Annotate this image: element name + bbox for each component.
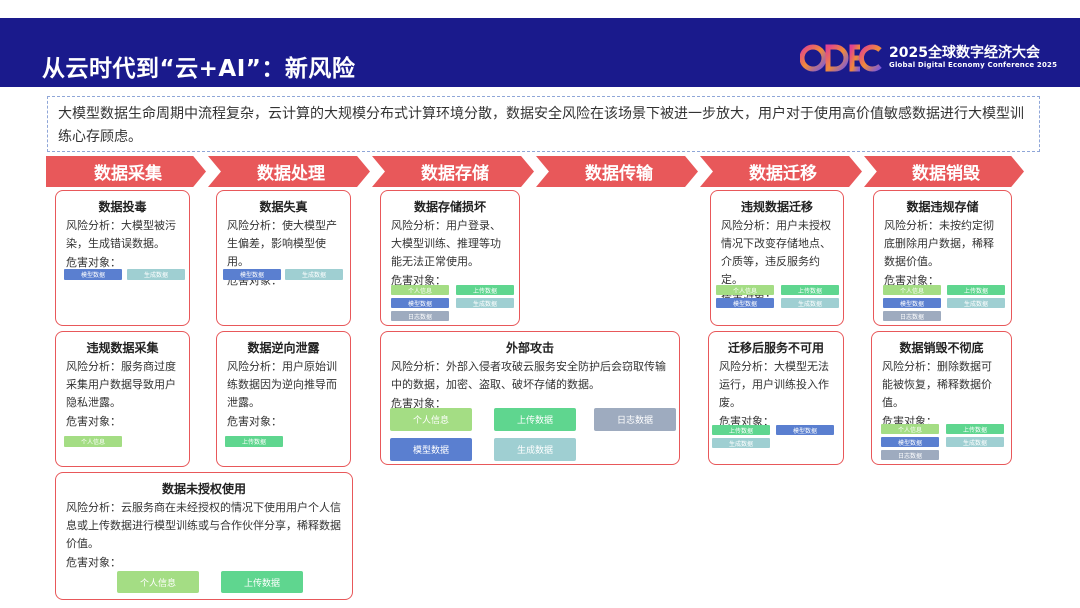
tag-log-data: 日志数据 — [881, 450, 939, 460]
card-text: 风险分析：用户未授权情况下改变存储地点、介质等，违反服务约定。 — [721, 219, 831, 286]
tag-generated-data: 生成数据 — [712, 438, 770, 448]
card-title: 违规数据采集 — [86, 341, 159, 355]
tag-model-data: 模型数据 — [776, 425, 834, 435]
card-title: 数据销毁不彻底 — [899, 341, 984, 355]
tag-model-data: 模型数据 — [64, 269, 122, 280]
tag-upload-data: 上传数据 — [947, 285, 1005, 295]
tag-upload-data: 上传数据 — [225, 436, 283, 447]
tag-log-data: 日志数据 — [594, 408, 676, 431]
card-unauthorized-use: 数据未授权使用 风险分析：云服务商在未经授权的情况下使用用户个人信息或上传数据进… — [55, 472, 353, 600]
tag-personal-info: 个人信息 — [716, 285, 774, 295]
card-title: 外部攻击 — [505, 341, 554, 355]
tag-generated-data: 生成数据 — [285, 269, 343, 280]
page-title: 从云时代到“云+AI”：新风险 — [42, 56, 356, 82]
tag-log-data: 日志数据 — [391, 311, 449, 321]
card-text: 风险分析：用户原始训练数据因为逆向推导而泄露。 — [227, 360, 337, 409]
tag-personal-info: 个人信息 — [117, 571, 199, 593]
tag-generated-data: 生成数据 — [946, 437, 1004, 447]
tag-model-data: 模型数据 — [716, 298, 774, 308]
stage-destroy: 数据销毁 — [864, 156, 1024, 187]
tag-personal-info: 个人信息 — [881, 424, 939, 434]
tag-personal-info: 个人信息 — [390, 408, 472, 431]
tag-model-data: 模型数据 — [390, 438, 472, 461]
tag-personal-info: 个人信息 — [883, 285, 941, 295]
tag-model-data: 模型数据 — [391, 298, 449, 308]
tag-upload-data: 上传数据 — [946, 424, 1004, 434]
card-title: 数据失真 — [259, 200, 308, 214]
tag-upload-data: 上传数据 — [456, 285, 514, 295]
tag-upload-data: 上传数据 — [221, 571, 303, 593]
card-title: 数据违规存储 — [906, 200, 979, 214]
tag-generated-data: 生成数据 — [127, 269, 185, 280]
card-text: 风险分析：外部入侵者攻破云服务安全防护后会窃取传输中的数据，加密、盗取、破坏存储… — [391, 360, 666, 391]
card-text: 风险分析：使大模型产生偏差，影响模型使用。 — [227, 219, 337, 268]
card-text: 风险分析：云服务商在未经授权的情况下使用用户个人信息或上传数据进行模型训练或与合… — [66, 501, 341, 550]
conference-name: 2025全球数字经济大会 — [889, 45, 1040, 61]
card-target-label: 危害对象： — [66, 556, 121, 569]
tag-generated-data: 生成数据 — [494, 438, 576, 461]
card-title: 违规数据迁移 — [740, 200, 813, 214]
card-title: 数据逆向泄露 — [247, 341, 320, 355]
card-target-label: 危害对象： — [66, 415, 121, 428]
intro-text: 大模型数据生命周期中流程复杂，云计算的大规模分布式计算环境分散，数据安全风险在该… — [47, 96, 1040, 152]
card-title: 数据存储损坏 — [413, 200, 486, 214]
card-text: 风险分析：服务商过度采集用户数据导致用户隐私泄露。 — [66, 360, 176, 409]
card-text: 风险分析：大模型被污染，生成错误数据。 — [66, 219, 176, 250]
tag-log-data: 日志数据 — [883, 311, 941, 321]
card-text: 风险分析：未按约定彻底删除用户数据，稀释数据价值。 — [884, 219, 994, 268]
tag-model-data: 模型数据 — [223, 269, 281, 280]
card-data-distortion: 数据失真 风险分析：使大模型产生偏差，影响模型使用。 危害对象： — [216, 190, 351, 326]
tag-model-data: 模型数据 — [881, 437, 939, 447]
tag-upload-data: 上传数据 — [494, 408, 576, 431]
tag-upload-data: 上传数据 — [712, 425, 770, 435]
gdec-logo-icon — [800, 44, 882, 72]
card-data-poison: 数据投毒 风险分析：大模型被污染，生成错误数据。 危害对象： — [55, 190, 190, 326]
card-target-label: 危害对象： — [227, 415, 282, 428]
card-title: 迁移后服务不可用 — [727, 341, 824, 355]
card-text: 风险分析：删除数据可能被恢复，稀释数据价值。 — [882, 360, 992, 409]
card-title: 数据未授权使用 — [161, 482, 246, 496]
stage-store: 数据存储 — [372, 156, 534, 187]
tag-generated-data: 生成数据 — [947, 298, 1005, 308]
stage-migrate: 数据迁移 — [700, 156, 862, 187]
card-title: 数据投毒 — [98, 200, 147, 214]
tag-generated-data: 生成数据 — [781, 298, 839, 308]
stage-process: 数据处理 — [208, 156, 370, 187]
tag-generated-data: 生成数据 — [456, 298, 514, 308]
tag-personal-info: 个人信息 — [64, 436, 122, 447]
stage-transfer: 数据传输 — [536, 156, 698, 187]
tag-model-data: 模型数据 — [883, 298, 941, 308]
tag-upload-data: 上传数据 — [781, 285, 839, 295]
tag-personal-info: 个人信息 — [391, 285, 449, 295]
card-text: 风险分析：大模型无法运行，用户训练投入作废。 — [719, 360, 829, 409]
card-text: 风险分析：用户登录、大模型训练、推理等功能无法正常使用。 — [391, 219, 501, 268]
stage-collect: 数据采集 — [46, 156, 206, 187]
conference-name-en: Global Digital Economy Conference 2025 — [889, 61, 1058, 69]
